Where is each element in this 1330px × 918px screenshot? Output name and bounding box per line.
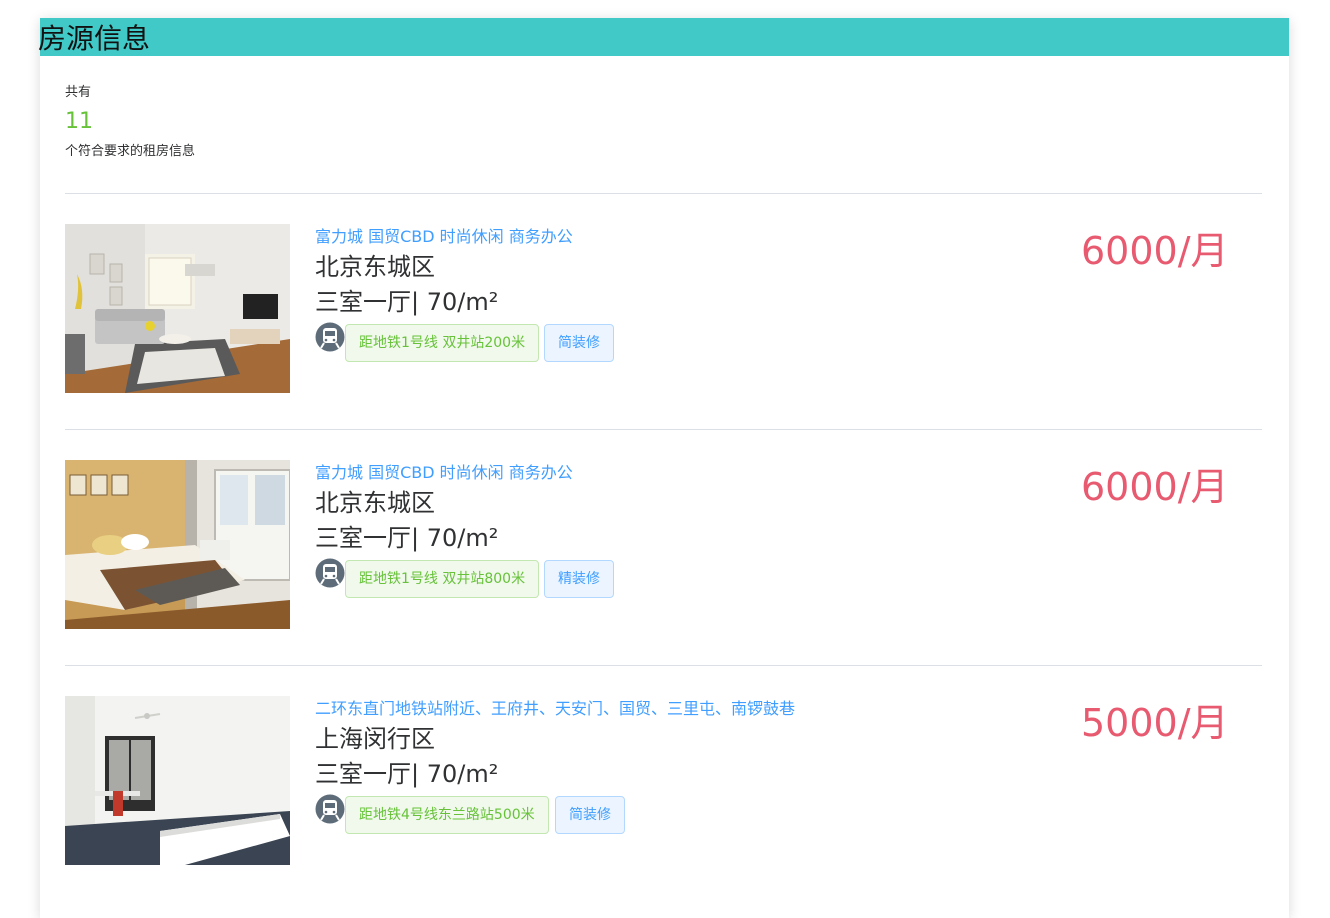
listing-item[interactable]: 富力城 国贸CBD 时尚休闲 商务办公 北京东城区 三室一厅| 70/m² 距地…: [65, 224, 1262, 394]
listing-layout: 三室一厅| 70/m²: [315, 524, 499, 552]
house-info-card: 房源信息 共有 11 个符合要求的租房信息 富力城 国贸CBD 时尚休闲 商务办…: [38, 18, 1289, 918]
listing-badges: 距地铁4号线东兰路站500米 简装修: [315, 794, 815, 834]
metro-distance-badge: 距地铁4号线东兰路站500米: [345, 796, 549, 834]
listing-tags-link[interactable]: 富力城 国贸CBD 时尚休闲 商务办公: [315, 224, 815, 250]
bedroom-photo[interactable]: [65, 460, 290, 629]
listing-price: 5000/月: [1081, 701, 1229, 745]
page-title: 房源信息: [38, 22, 151, 55]
listing-badges: 距地铁1号线 双井站200米 简装修: [315, 322, 815, 362]
listing-district: 北京东城区: [315, 253, 435, 281]
decoration-badge: 简装修: [544, 324, 614, 362]
subway-train-icon: [315, 322, 345, 352]
listing-tags-link[interactable]: 二环东直门地铁站附近、王府井、天安门、国贸、三里屯、南锣鼓巷: [315, 696, 815, 722]
result-prefix: 共有: [65, 85, 92, 100]
listing-district: 上海闵行区: [315, 725, 435, 753]
metro-distance-badge: 距地铁1号线 双井站200米: [345, 324, 540, 362]
result-suffix: 个符合要求的租房信息: [65, 144, 196, 159]
listing-info: 富力城 国贸CBD 时尚休闲 商务办公 北京东城区 三室一厅| 70/m² 距地…: [315, 460, 815, 598]
listing-layout: 三室一厅| 70/m²: [315, 288, 499, 316]
subway-train-icon: [315, 794, 345, 824]
listing-layout: 三室一厅| 70/m²: [315, 760, 499, 788]
listing-badges: 距地铁1号线 双井站800米 精装修: [315, 558, 815, 598]
metro-distance-badge: 距地铁1号线 双井站800米: [345, 560, 540, 598]
decoration-badge: 简装修: [555, 796, 625, 834]
listing-info: 二环东直门地铁站附近、王府井、天安门、国贸、三里屯、南锣鼓巷 上海闵行区 三室一…: [315, 696, 815, 834]
listing-item[interactable]: 富力城 国贸CBD 时尚休闲 商务办公 北京东城区 三室一厅| 70/m² 距地…: [65, 460, 1262, 630]
divider: [65, 429, 1262, 430]
decoration-badge: 精装修: [544, 560, 614, 598]
listing-tags-link[interactable]: 富力城 国贸CBD 时尚休闲 商务办公: [315, 460, 815, 486]
listing-district: 北京东城区: [315, 489, 435, 517]
subway-train-icon: [315, 558, 345, 588]
listing-price: 6000/月: [1081, 229, 1229, 273]
divider: [65, 193, 1262, 194]
listing-item[interactable]: 二环东直门地铁站附近、王府井、天安门、国贸、三里屯、南锣鼓巷 上海闵行区 三室一…: [65, 696, 1262, 866]
card-header: 房源信息: [38, 18, 1289, 56]
listing-price: 6000/月: [1081, 465, 1229, 509]
divider: [65, 665, 1262, 666]
white-room-photo[interactable]: [65, 696, 290, 865]
result-count: 11: [65, 109, 93, 134]
living-room-photo[interactable]: [65, 224, 290, 393]
listing-info: 富力城 国贸CBD 时尚休闲 商务办公 北京东城区 三室一厅| 70/m² 距地…: [315, 224, 815, 362]
